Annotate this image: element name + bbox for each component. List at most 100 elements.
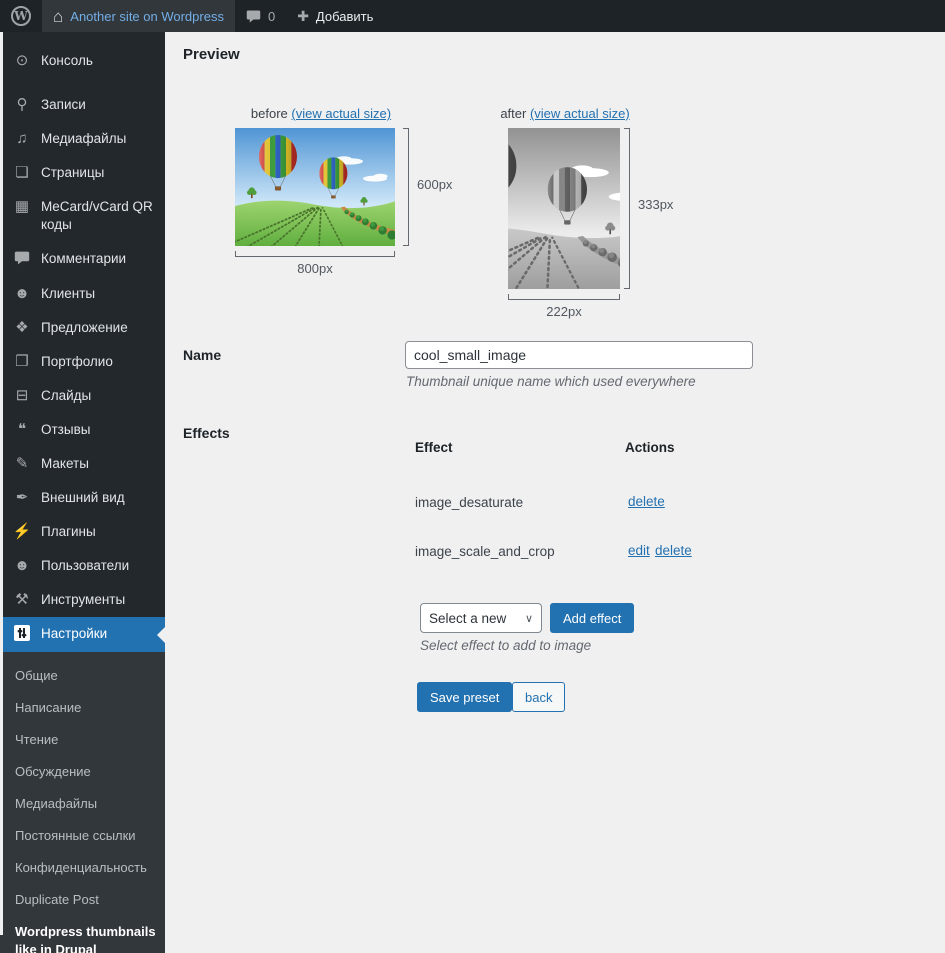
sidebar-item-settings[interactable]: Настройки xyxy=(0,617,165,652)
sidebar-item-pages[interactable]: ❏ Страницы xyxy=(0,156,165,190)
after-width-label: 222px xyxy=(546,304,582,319)
submenu-item-duplicate-post[interactable]: Duplicate Post xyxy=(0,884,165,916)
left-edge-highlight xyxy=(0,32,3,935)
pushpin-icon: ⚲ xyxy=(16,96,28,113)
sidebar-item-label: Консоль xyxy=(41,53,93,68)
width-bracket xyxy=(235,251,395,257)
page-title: Preview xyxy=(183,46,240,63)
sidebar-item-label: Предложение xyxy=(41,320,128,335)
effect-select-value: Select a new xyxy=(429,610,507,626)
back-button[interactable]: back xyxy=(512,682,566,712)
height-bracket xyxy=(624,128,630,289)
after-caption: after (view actual size) xyxy=(495,106,635,121)
sidebar-item-testimonials[interactable]: ❝ Отзывы xyxy=(0,413,165,447)
effect-row-name: image_desaturate xyxy=(415,495,524,510)
sidebar-item-label: Комментарии xyxy=(41,251,127,266)
pencil-icon: ✎ xyxy=(15,455,29,472)
dashboard-icon: ⊙ xyxy=(15,52,29,69)
admin-bar-site-link[interactable]: ⌂ Another site on Wordpress xyxy=(42,0,235,32)
chevron-down-icon: ∨ xyxy=(524,612,533,625)
qr-code-icon: ▦ xyxy=(14,198,30,215)
wordpress-admin-page: W ⌂ Another site on Wordpress 0 ✚ Добави… xyxy=(0,0,945,953)
sidebar-item-label: Инструменты xyxy=(41,592,126,607)
sidebar-item-slides[interactable]: ⊟ Слайды xyxy=(0,379,165,413)
name-field-label: Name xyxy=(183,347,222,363)
users-icon: ☻ xyxy=(14,557,30,574)
sidebar-item-label: Внешний вид xyxy=(41,490,125,505)
sidebar-item-label: Макеты xyxy=(41,456,89,471)
before-caption: before (view actual size) xyxy=(235,106,407,121)
after-label: after xyxy=(500,106,527,121)
after-preview-image xyxy=(508,128,620,289)
sidebar-item-label: Плагины xyxy=(41,524,96,539)
select-help-text: Select effect to add to image xyxy=(420,638,592,653)
before-height-label: 600px xyxy=(417,177,453,192)
sidebar-item-tools[interactable]: ⚒ Инструменты xyxy=(0,583,165,617)
effect-delete-link[interactable]: delete xyxy=(628,494,665,509)
tag-icon: ❖ xyxy=(15,319,29,336)
sidebar-item-media[interactable]: ♫ Медиафайлы xyxy=(0,122,165,156)
site-name: Another site on Wordpress xyxy=(70,8,224,24)
main-content: Preview before (view actual size) 600px … xyxy=(165,32,945,953)
plugin-icon: ⚡ xyxy=(12,523,32,540)
sidebar-item-mecard-qr[interactable]: ▦ MeCard/vCard QR коды xyxy=(0,190,165,242)
sidebar-item-label: Клиенты xyxy=(41,286,96,301)
sidebar-item-label: MeCard/vCard QR коды xyxy=(41,199,153,232)
settings-submenu: Общие Написание Чтение Обсуждение Медиаф… xyxy=(0,652,165,953)
sidebar-item-posts[interactable]: ⚲ Записи xyxy=(0,88,165,122)
sidebar-item-label: Настройки xyxy=(41,626,108,641)
height-bracket xyxy=(403,128,409,246)
sidebar-item-label: Слайды xyxy=(41,388,92,403)
admin-bar-comments[interactable]: 0 xyxy=(235,0,286,32)
add-new-label: Добавить xyxy=(315,8,374,24)
pages-icon: ❏ xyxy=(15,164,29,181)
name-help-text: Thumbnail unique name which used everywh… xyxy=(406,374,696,389)
after-view-actual-size-link[interactable]: (view actual size) xyxy=(530,106,630,121)
person-icon: ☻ xyxy=(14,285,30,302)
before-width-label: 800px xyxy=(297,261,333,276)
submenu-item-privacy[interactable]: Конфиденциальность xyxy=(0,852,165,884)
sidebar-item-label: Записи xyxy=(41,97,86,112)
comments-count: 0 xyxy=(267,8,276,24)
add-effect-button[interactable]: Add effect xyxy=(550,603,635,633)
home-icon: ⌂ xyxy=(53,6,64,26)
sidebar-item-layouts[interactable]: ✎ Макеты xyxy=(0,447,165,481)
admin-bar: W ⌂ Another site on Wordpress 0 ✚ Добави… xyxy=(0,0,945,32)
sidebar-item-dashboard[interactable]: ⊙ Консоль xyxy=(0,44,165,78)
effect-delete-link[interactable]: delete xyxy=(655,543,692,558)
submenu-item-writing[interactable]: Написание xyxy=(0,692,165,724)
effect-edit-link[interactable]: edit xyxy=(628,543,650,558)
menu-separator xyxy=(0,78,165,88)
submenu-item-discussion[interactable]: Обсуждение xyxy=(0,756,165,788)
folder-icon: ❒ xyxy=(15,353,29,370)
sidebar-item-label: Страницы xyxy=(41,165,105,180)
plus-icon: ✚ xyxy=(297,7,309,24)
sidebar-item-appearance[interactable]: ✒ Внешний вид xyxy=(0,481,165,515)
comment-bubble-icon xyxy=(12,250,32,269)
media-icon: ♫ xyxy=(16,130,28,147)
name-input[interactable] xyxy=(405,341,753,369)
sidebar-item-offer[interactable]: ❖ Предложение xyxy=(0,311,165,345)
wordpress-logo-menu[interactable]: W xyxy=(0,0,42,32)
before-view-actual-size-link[interactable]: (view actual size) xyxy=(291,106,391,121)
effect-row-name: image_scale_and_crop xyxy=(415,544,555,559)
admin-bar-new-menu[interactable]: ✚ Добавить xyxy=(286,0,384,32)
wordpress-logo-icon: W xyxy=(11,6,31,26)
sidebar-item-comments[interactable]: Комментарии xyxy=(0,242,165,277)
sidebar-item-plugins[interactable]: ⚡ Плагины xyxy=(0,515,165,549)
sidebar-item-portfolio[interactable]: ❒ Портфолио xyxy=(0,345,165,379)
submenu-item-wp-thumbnails-drupal[interactable]: Wordpress thumbnails like in Drupal xyxy=(0,916,165,953)
submenu-item-media[interactable]: Медиафайлы xyxy=(0,788,165,820)
brush-icon: ✒ xyxy=(15,489,29,506)
sidebar-item-label: Пользователи xyxy=(41,558,130,573)
quote-icon: ❝ xyxy=(17,421,27,438)
sidebar-item-clients[interactable]: ☻ Клиенты xyxy=(0,277,165,311)
submenu-item-reading[interactable]: Чтение xyxy=(0,724,165,756)
sidebar-item-label: Портфолио xyxy=(41,354,113,369)
submenu-item-permalinks[interactable]: Постоянные ссылки xyxy=(0,820,165,852)
before-label: before xyxy=(250,106,288,121)
save-preset-button[interactable]: Save preset xyxy=(417,682,513,712)
submenu-item-general[interactable]: Общие xyxy=(0,660,165,692)
effect-select[interactable]: Select a new ∨ xyxy=(420,603,542,633)
sidebar-item-users[interactable]: ☻ Пользователи xyxy=(0,549,165,583)
